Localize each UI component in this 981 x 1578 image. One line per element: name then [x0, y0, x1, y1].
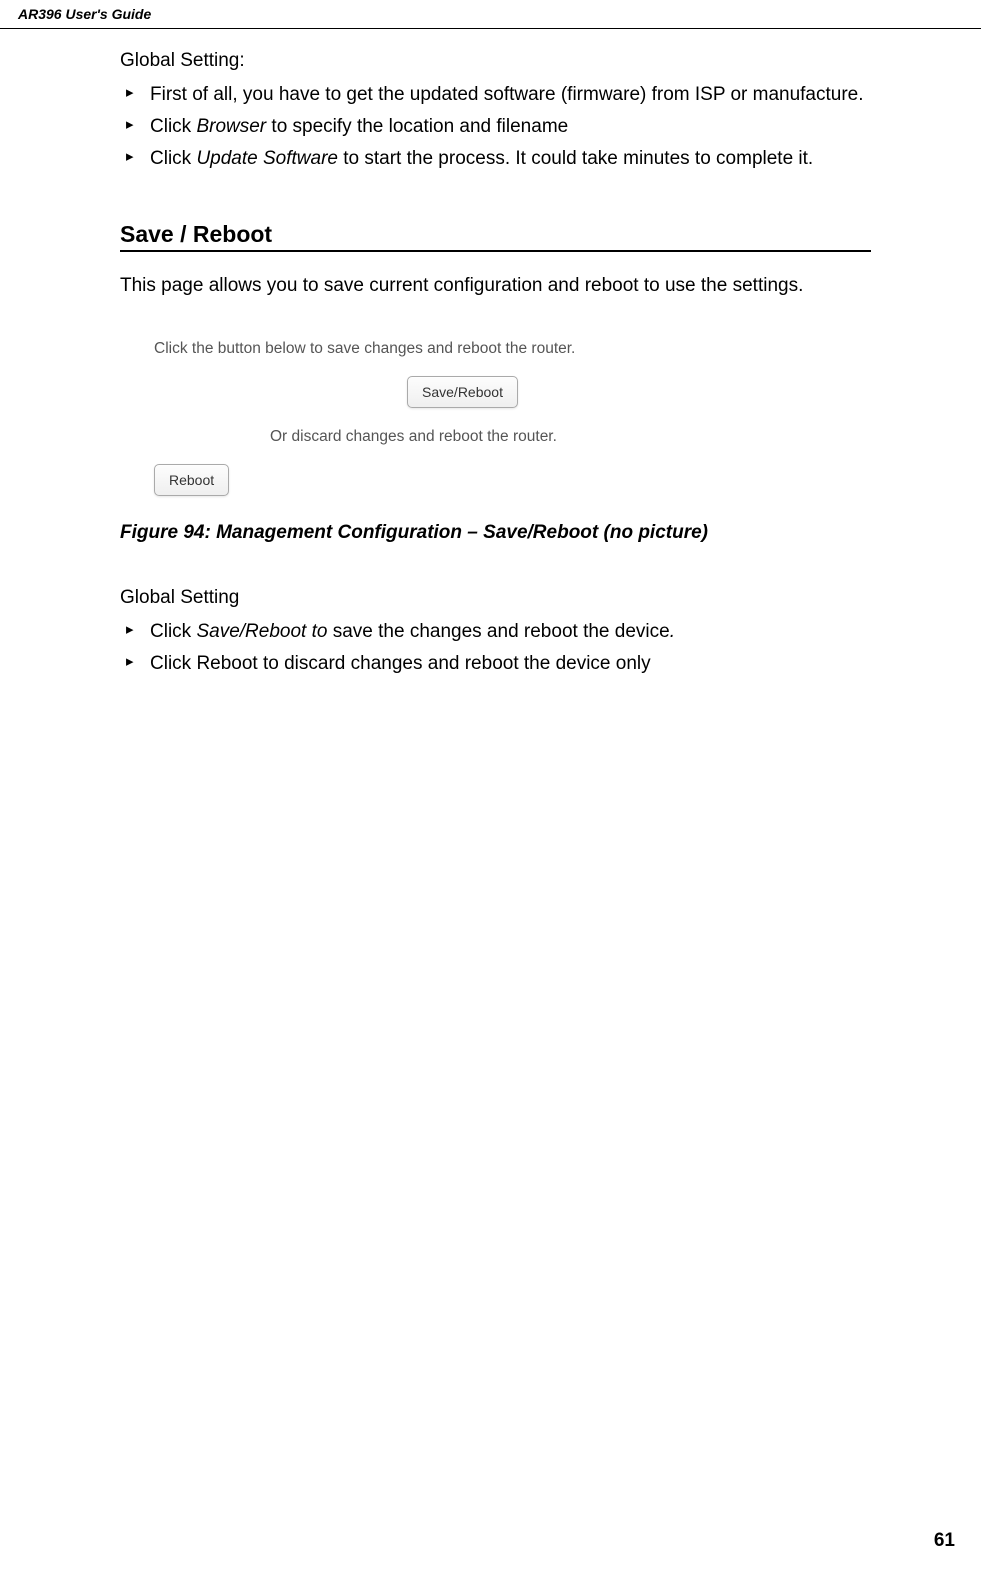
- bullet-list-1: First of all, you have to get the update…: [120, 79, 871, 176]
- bullet-list-2: Click Save/Reboot to save the changes an…: [120, 616, 871, 681]
- bullet-text-post: to start the process. It could take minu…: [338, 148, 813, 169]
- button-row: Reboot: [154, 464, 871, 496]
- bullet-text-italic: Browser: [196, 116, 266, 137]
- bullet-text-post: save the changes and reboot the device: [333, 621, 670, 642]
- page-content: Global Setting: First of all, you have t…: [0, 29, 981, 680]
- header-title: AR396 User's Guide: [18, 6, 151, 22]
- bullet-text-italic: Save/Reboot to: [196, 621, 332, 642]
- global-setting-heading-1: Global Setting:: [120, 47, 871, 75]
- bullet-text-tail: .: [670, 621, 675, 642]
- bullet-text-italic: Update Software: [196, 148, 338, 169]
- save-reboot-button[interactable]: Save/Reboot: [407, 376, 518, 408]
- list-item: Click Update Software to start the proce…: [120, 143, 871, 175]
- list-item: Click Save/Reboot to save the changes an…: [120, 616, 871, 648]
- bullet-text-pre: Click: [150, 148, 196, 169]
- global-setting-heading-2: Global Setting: [120, 584, 871, 612]
- section-title-save-reboot: Save / Reboot: [120, 221, 871, 252]
- page-number: 61: [934, 1530, 955, 1552]
- reboot-button[interactable]: Reboot: [154, 464, 229, 496]
- page-header: AR396 User's Guide: [0, 0, 981, 29]
- bullet-text-pre: Click: [150, 116, 196, 137]
- list-item: Click Reboot to discard changes and rebo…: [120, 648, 871, 680]
- list-item: First of all, you have to get the update…: [120, 79, 871, 111]
- screenshot-instruction-2: Or discard changes and reboot the router…: [154, 428, 871, 446]
- figure-caption: Figure 94: Management Configuration – Sa…: [120, 522, 871, 544]
- bullet-text-post: to specify the location and filename: [266, 116, 568, 137]
- bullet-text: Click Reboot to discard changes and rebo…: [150, 653, 651, 674]
- screenshot-instruction-1: Click the button below to save changes a…: [154, 340, 871, 358]
- bullet-text: First of all, you have to get the update…: [150, 84, 864, 105]
- button-row: Save/Reboot: [54, 376, 871, 408]
- bullet-text-pre: Click: [150, 621, 196, 642]
- list-item: Click Browser to specify the location an…: [120, 111, 871, 143]
- section-description: This page allows you to save current con…: [120, 272, 871, 300]
- embedded-screenshot: Click the button below to save changes a…: [154, 340, 871, 496]
